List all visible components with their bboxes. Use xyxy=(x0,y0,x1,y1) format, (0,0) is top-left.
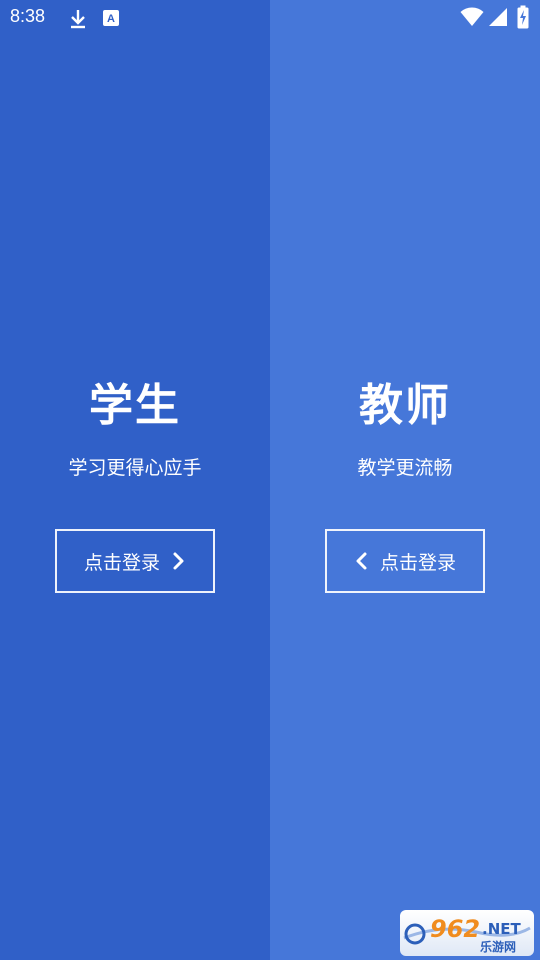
teacher-subtitle: 教学更流畅 xyxy=(357,457,453,479)
cellular-signal-icon xyxy=(488,7,508,31)
student-title: 学生 xyxy=(89,380,181,431)
teacher-panel[interactable]: 教师 教学更流畅 点击登录 xyxy=(270,0,540,960)
student-panel[interactable]: 学生 学习更得心应手 点击登录 xyxy=(0,0,270,960)
keyboard-a-icon: A xyxy=(102,9,120,31)
teacher-login-label: 点击登录 xyxy=(379,551,456,574)
svg-text:.NET: .NET xyxy=(482,920,521,938)
status-time: 8:38 xyxy=(10,6,46,26)
battery-charging-icon xyxy=(517,5,529,33)
teacher-login-button[interactable]: 点击登录 xyxy=(325,529,485,593)
teacher-title: 教师 xyxy=(359,380,451,431)
student-login-button[interactable]: 点击登录 xyxy=(55,529,215,593)
student-login-label: 点击登录 xyxy=(83,551,160,574)
chevron-left-icon xyxy=(354,551,368,571)
download-icon xyxy=(68,8,88,34)
status-bar: 8:38 A xyxy=(0,0,540,36)
watermark-logo: 962 .NET 乐游网 xyxy=(400,910,534,956)
chevron-right-icon xyxy=(172,551,186,571)
svg-text:乐游网: 乐游网 xyxy=(480,939,516,954)
svg-text:A: A xyxy=(107,13,115,25)
svg-text:962: 962 xyxy=(430,915,480,943)
student-subtitle: 学习更得心应手 xyxy=(68,457,202,479)
wifi-icon xyxy=(460,7,484,31)
